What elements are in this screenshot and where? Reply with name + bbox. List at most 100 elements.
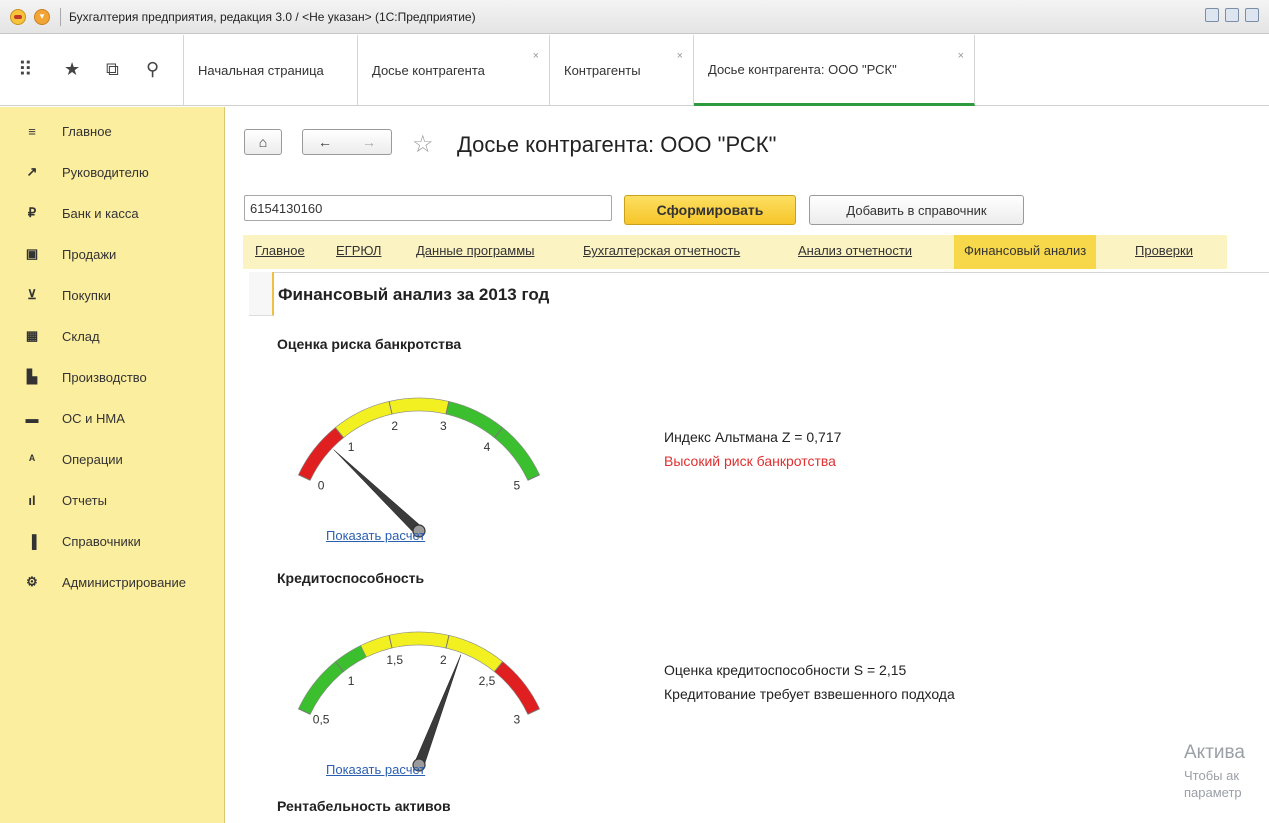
gauge-zone [494, 661, 540, 715]
sidebar-item-label: Отчеты [62, 492, 107, 508]
section-tab-financial-analysis[interactable]: Финансовый анализ [954, 235, 1097, 269]
gauge-tick-label: 1,5 [386, 653, 403, 667]
sidebar-item-production[interactable]: ▙ Производство [0, 362, 225, 392]
main-menu-icon[interactable]: ▾ [34, 8, 50, 25]
window-title: Бухгалтерия предприятия, редакция 3.0 / … [69, 9, 476, 24]
section-tab-report-analysis[interactable]: Анализ отчетности [798, 243, 912, 258]
trend-icon: ↗ [26, 164, 38, 179]
gauge-tick-label: 3 [440, 419, 447, 433]
sidebar-item-label: Операции [62, 451, 123, 467]
sidebar-item-operations[interactable]: ᴬ Операции [0, 444, 225, 474]
section-tab-accounting-reports[interactable]: Бухгалтерская отчетность [583, 243, 740, 258]
bankruptcy-risk-heading: Оценка риска банкротства [277, 336, 462, 352]
gauge-tick-label: 3 [514, 712, 521, 726]
gauge-tick-label: 1 [348, 440, 355, 454]
sidebar-item-label: Руководителю [62, 164, 149, 180]
watermark-line: Актива [1184, 742, 1245, 763]
generate-button[interactable]: Сформировать [624, 195, 796, 225]
back-arrow-icon[interactable]: ← [318, 134, 332, 150]
show-calculation-link[interactable]: Показать расчет [326, 762, 425, 777]
favorites-star-icon[interactable]: ★ [64, 59, 80, 80]
tab-bar: ⠿ ★ ⧉ ⚲ Начальная страница Досье контраг… [0, 35, 1269, 106]
tab-dossier-rsk[interactable]: Досье контрагента: ООО "РСК" × [694, 35, 975, 106]
sidebar-item-label: Банк и касса [62, 205, 139, 221]
menu-icon: ≡ [28, 123, 36, 139]
save-icon[interactable] [1205, 8, 1219, 22]
gauge-tick-label: 0 [318, 478, 325, 492]
title-separator [60, 7, 61, 26]
gauge-zone [360, 631, 504, 673]
print-icon[interactable] [1225, 8, 1239, 22]
inn-input[interactable] [244, 195, 612, 221]
gauge-needle [333, 449, 423, 535]
gear-icon: ⚙ [26, 574, 38, 589]
favorite-star-icon[interactable]: ☆ [412, 130, 434, 159]
asset-profitability-heading: Рентабельность активов [277, 798, 451, 814]
tab-label: Досье контрагента [372, 63, 485, 78]
tab-counterparties[interactable]: Контрагенты × [550, 35, 694, 106]
gauge-tick-label: 1 [348, 674, 355, 688]
sidebar-item-bank[interactable]: ₽ Банк и касса [0, 198, 225, 228]
search-icon[interactable]: ⚲ [146, 59, 159, 80]
gauge-tick-label: 5 [514, 478, 521, 492]
creditworthiness-heading: Кредитоспособность [277, 570, 425, 586]
watermark-line: Чтобы ак [1184, 768, 1240, 783]
section-tab-program-data[interactable]: Данные программы [416, 243, 535, 258]
reports-icon: ıl [28, 492, 36, 508]
sidebar-item-label: Продажи [62, 246, 117, 262]
sidebar-item-label: Справочники [62, 533, 141, 549]
watermark-line: параметр [1184, 785, 1242, 800]
sidebar-item-reports[interactable]: ıl Отчеты [0, 485, 225, 515]
ruble-icon: ₽ [27, 205, 37, 220]
credit-advice-text: Кредитование требует взвешенного подхода [664, 686, 955, 702]
sidebar-item-purchases[interactable]: ⊻ Покупки [0, 280, 225, 310]
sidebar-item-manager[interactable]: ↗ Руководителю [0, 157, 225, 187]
gauge-zone [298, 645, 367, 715]
section-tabs: Главное ЕГРЮЛ Данные программы Бухгалтер… [243, 235, 1227, 269]
nav-buttons: ← → [302, 129, 392, 155]
close-icon[interactable]: × [677, 50, 683, 62]
bag-icon: ▣ [25, 246, 39, 261]
main-content: ⌂ ← → ☆ Досье контрагента: ООО "РСК" Сфо… [226, 107, 1269, 823]
sidebar-item-assets[interactable]: ▬ ОС и НМА [0, 403, 225, 433]
show-calculation-link[interactable]: Показать расчет [326, 528, 425, 543]
app-logo-icon[interactable] [10, 8, 26, 25]
preview-icon[interactable] [1245, 8, 1259, 22]
warehouse-icon: ▦ [25, 328, 39, 343]
close-icon[interactable]: × [958, 50, 964, 62]
sidebar-item-main[interactable]: ≡ Главное [0, 116, 225, 146]
close-icon[interactable]: × [533, 50, 539, 62]
title-bar: ▾ Бухгалтерия предприятия, редакция 3.0 … [0, 0, 1269, 34]
content-marker [249, 272, 274, 316]
sidebar-item-catalogs[interactable]: ▐ Справочники [0, 526, 225, 556]
gauge-tick-label: 4 [484, 440, 491, 454]
forward-arrow-icon[interactable]: → [362, 134, 376, 150]
home-button[interactable]: ⌂ [244, 129, 282, 155]
gauge-zone [298, 427, 344, 481]
sidebar-item-label: Склад [62, 328, 100, 344]
bankruptcy-risk-text: Высокий риск банкротства [664, 453, 836, 469]
add-to-catalog-button[interactable]: Добавить в справочник [809, 195, 1024, 225]
section-tab-checks[interactable]: Проверки [1135, 243, 1193, 258]
section-tab-main[interactable]: Главное [255, 243, 305, 258]
creditworthiness-gauge: 0,5 1 1,5 2 2,5 3 [298, 631, 540, 772]
section-tab-egrul[interactable]: ЕГРЮЛ [336, 243, 381, 258]
factory-icon: ▙ [27, 369, 37, 384]
sidebar-item-label: Администрирование [62, 574, 186, 590]
operations-icon: ᴬ [28, 451, 36, 467]
activation-watermark: Актива Чтобы ак параметр [1184, 742, 1245, 800]
sidebar-item-sales[interactable]: ▣ Продажи [0, 239, 225, 269]
sidebar-item-label: Покупки [62, 287, 111, 303]
truck-icon: ▬ [25, 410, 39, 426]
cart-icon: ⊻ [27, 287, 37, 302]
tab-dossier[interactable]: Досье контрагента × [358, 35, 550, 106]
apps-grid-icon[interactable]: ⠿ [18, 57, 33, 82]
sidebar-item-label: ОС и НМА [62, 410, 125, 426]
history-icon[interactable]: ⧉ [106, 59, 119, 80]
gauge-needle [413, 654, 462, 768]
gauge-tick-label: 0,5 [313, 712, 330, 726]
tab-home[interactable]: Начальная страница [184, 35, 358, 106]
sidebar-item-admin[interactable]: ⚙ Администрирование [0, 567, 225, 597]
sidebar: ≡ Главное ↗ Руководителю ₽ Банк и касса … [0, 107, 225, 823]
sidebar-item-warehouse[interactable]: ▦ Склад [0, 321, 225, 351]
